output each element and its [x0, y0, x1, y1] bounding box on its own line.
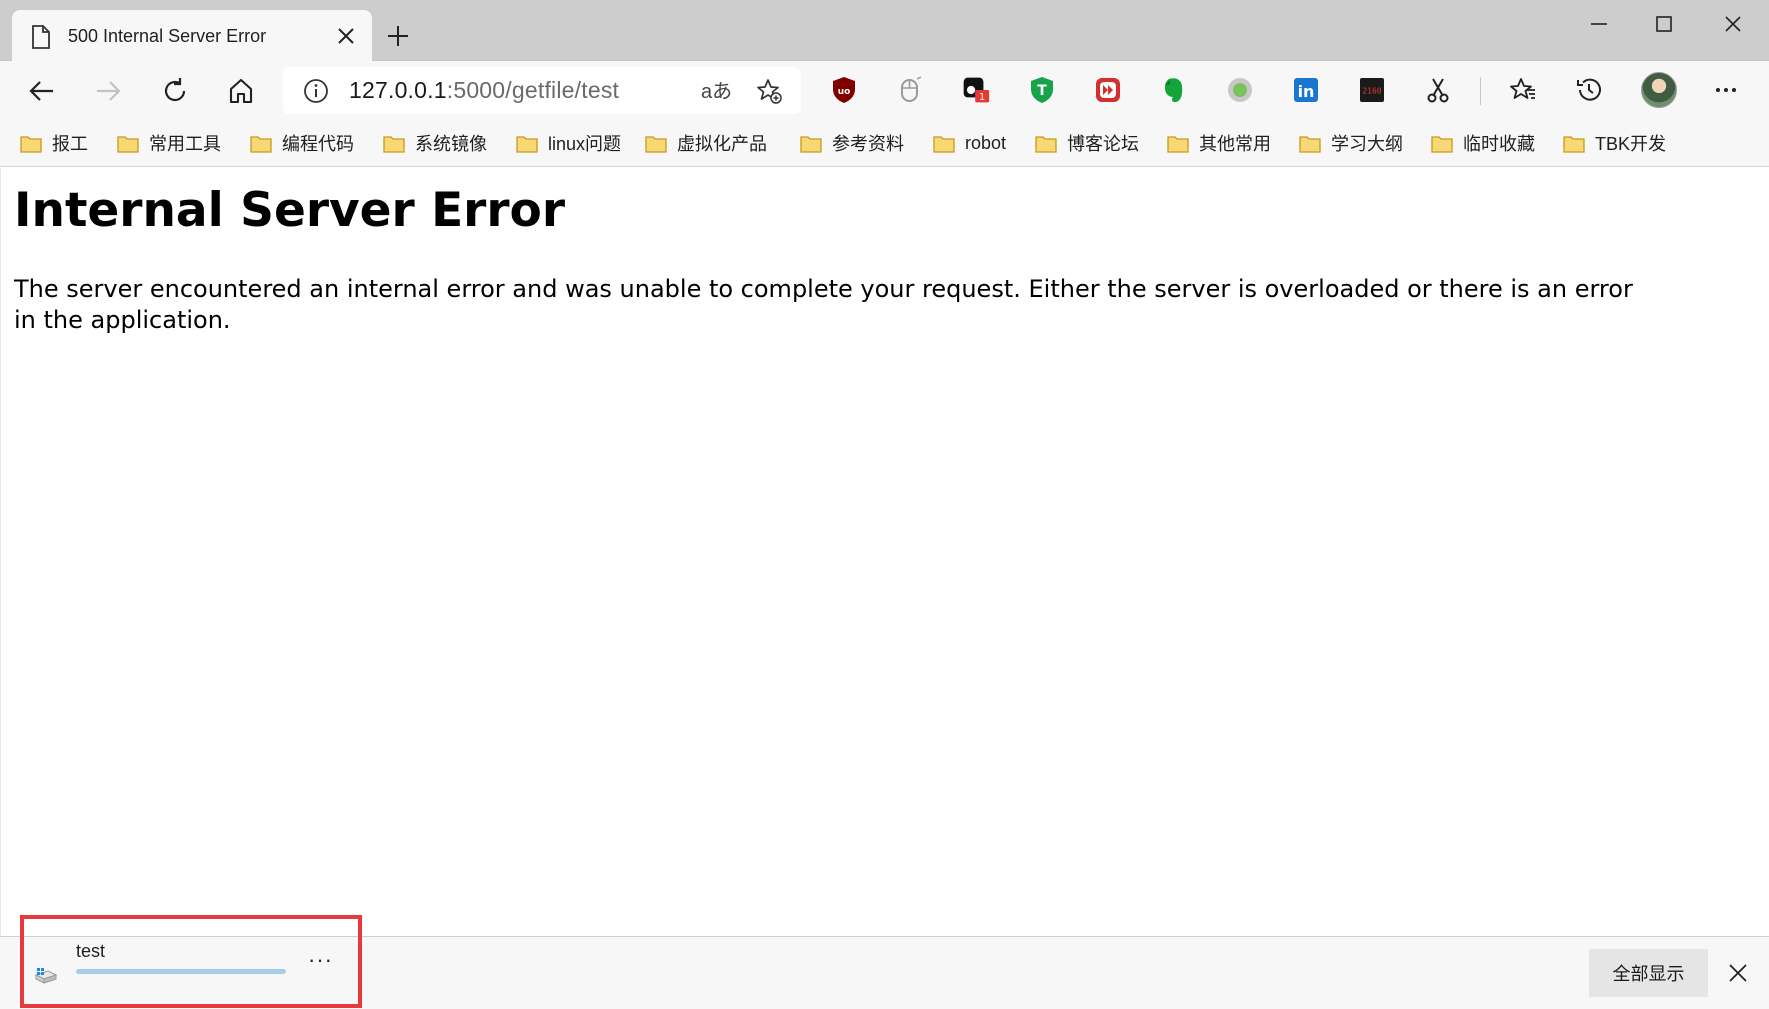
- minimize-icon[interactable]: [1587, 12, 1611, 36]
- folder-icon: [800, 135, 822, 153]
- bookmark-item[interactable]: 虚拟化产品: [645, 128, 767, 158]
- back-button[interactable]: [24, 73, 60, 109]
- maximize-icon[interactable]: [1652, 12, 1676, 36]
- tab-active[interactable]: 500 Internal Server Error: [12, 10, 372, 61]
- forward-button[interactable]: [90, 73, 126, 109]
- url-host: 127.0.0.1: [349, 77, 447, 103]
- folder-icon: [1431, 135, 1453, 153]
- toolbar: 127.0.0.1:5000/getfile/test aあ uo 1 T in…: [0, 61, 1769, 121]
- url-text[interactable]: 127.0.0.1:5000/getfile/test: [349, 77, 619, 104]
- download-progress: [76, 969, 286, 974]
- folder-icon: [250, 135, 272, 153]
- bookmark-label: 虚拟化产品: [677, 134, 767, 154]
- shield-t-label: T: [1037, 83, 1047, 99]
- page-icon: [32, 25, 50, 49]
- window-close-icon[interactable]: [1721, 12, 1745, 36]
- bookmark-item[interactable]: 编程代码: [250, 128, 354, 158]
- folder-icon: [117, 135, 139, 153]
- bookmark-label: 其他常用: [1199, 134, 1271, 154]
- download-more-button[interactable]: ···: [308, 947, 333, 973]
- ublock-label: uo: [838, 87, 851, 97]
- shield-t-icon[interactable]: T: [1028, 76, 1056, 104]
- avatar[interactable]: [1641, 72, 1677, 108]
- bookmark-label: 系统镜像: [415, 134, 487, 154]
- counter-label: 2160: [1362, 87, 1381, 96]
- bookmark-item[interactable]: linux问题: [516, 128, 621, 158]
- page-title: Internal Server Error: [14, 183, 566, 238]
- show-all-button[interactable]: 全部显示: [1589, 949, 1708, 997]
- extension-badge-icon[interactable]: 1: [962, 76, 990, 104]
- refresh-button[interactable]: [157, 73, 193, 109]
- folder-icon: [1563, 135, 1585, 153]
- bookmark-label: 参考资料: [832, 134, 904, 154]
- refresh-icon: [164, 78, 186, 102]
- bookmark-item[interactable]: 常用工具: [117, 128, 221, 158]
- folder-icon: [1035, 135, 1057, 153]
- home-icon: [229, 78, 253, 104]
- info-icon[interactable]: [303, 78, 329, 104]
- evernote-icon[interactable]: [1160, 76, 1188, 104]
- bookmark-label: robot: [965, 132, 1007, 153]
- tab-title: 500 Internal Server Error: [68, 26, 267, 46]
- folder-icon: [1167, 135, 1189, 153]
- error-message: The server encountered an internal error…: [14, 275, 1633, 334]
- more-icon[interactable]: [1712, 76, 1740, 104]
- bookmark-label: 博客论坛: [1067, 134, 1139, 154]
- tab-strip: 500 Internal Server Error: [0, 0, 1769, 61]
- bookmark-item[interactable]: 学习大纲: [1299, 128, 1403, 158]
- counter-icon[interactable]: 2160: [1358, 76, 1386, 104]
- bookmark-label: TBK开发: [1595, 134, 1667, 154]
- folder-icon: [645, 135, 667, 153]
- address-bar[interactable]: 127.0.0.1:5000/getfile/test aあ: [283, 67, 801, 114]
- bookmark-item[interactable]: TBK开发: [1563, 128, 1666, 158]
- folder-icon: [933, 135, 955, 153]
- bookmark-label: 学习大纲: [1331, 134, 1403, 154]
- bookmark-label: 常用工具: [149, 134, 221, 154]
- ublock-icon[interactable]: uo: [830, 76, 858, 104]
- extension-badge-count: 1: [979, 92, 985, 103]
- url-path: :5000/getfile/test: [446, 77, 620, 103]
- circle-icon[interactable]: [1226, 76, 1254, 104]
- bookmark-item[interactable]: 参考资料: [800, 128, 904, 158]
- bookmark-item[interactable]: 其他常用: [1167, 128, 1271, 158]
- bookmark-label: 编程代码: [282, 134, 354, 154]
- scissors-icon[interactable]: [1424, 76, 1452, 104]
- translate-icon[interactable]: aあ: [701, 75, 732, 104]
- media-skip-icon[interactable]: [1094, 76, 1122, 104]
- favorites-icon[interactable]: [1509, 76, 1537, 104]
- bookmark-label: 报工: [52, 134, 88, 154]
- bookmark-item[interactable]: 系统镜像: [383, 128, 487, 158]
- download-progress-fill: [76, 969, 286, 974]
- history-icon[interactable]: [1575, 76, 1603, 104]
- file-icon: [34, 968, 58, 984]
- mouse-icon[interactable]: [896, 76, 924, 104]
- bookmark-item[interactable]: robot: [933, 128, 1006, 158]
- bookmarks-bar: 报工 常用工具 编程代码 系统镜像 linux问题 虚拟化产品 参考资料 robot 博客论坛 其…: [0, 121, 1769, 167]
- bookmark-item[interactable]: 报工: [20, 128, 88, 158]
- close-icon[interactable]: [336, 26, 356, 46]
- plus-icon[interactable]: [386, 24, 410, 48]
- bookmark-item[interactable]: 临时收藏: [1431, 128, 1535, 158]
- forward-arrow-icon: [97, 81, 121, 101]
- toolbar-divider: [1480, 77, 1481, 105]
- folder-icon: [1299, 135, 1321, 153]
- bookmark-item[interactable]: 博客论坛: [1035, 128, 1139, 158]
- back-arrow-icon: [29, 81, 53, 101]
- bookmark-label: 临时收藏: [1463, 134, 1535, 154]
- linkedin-label: in: [1298, 82, 1315, 101]
- download-bar: test ··· 全部显示: [0, 915, 1769, 1009]
- folder-icon: [20, 135, 42, 153]
- folder-icon: [516, 135, 538, 153]
- home-button[interactable]: [223, 73, 259, 109]
- page-content: Internal Server Error The server encount…: [0, 168, 1769, 936]
- linkedin-icon[interactable]: in: [1292, 76, 1320, 104]
- close-icon[interactable]: [1726, 961, 1750, 985]
- download-item[interactable]: test ···: [20, 915, 362, 1008]
- bookmark-label: linux问题: [548, 134, 622, 154]
- add-favorite-icon[interactable]: [755, 77, 783, 105]
- folder-icon: [383, 135, 405, 153]
- download-file-name: test: [76, 941, 106, 961]
